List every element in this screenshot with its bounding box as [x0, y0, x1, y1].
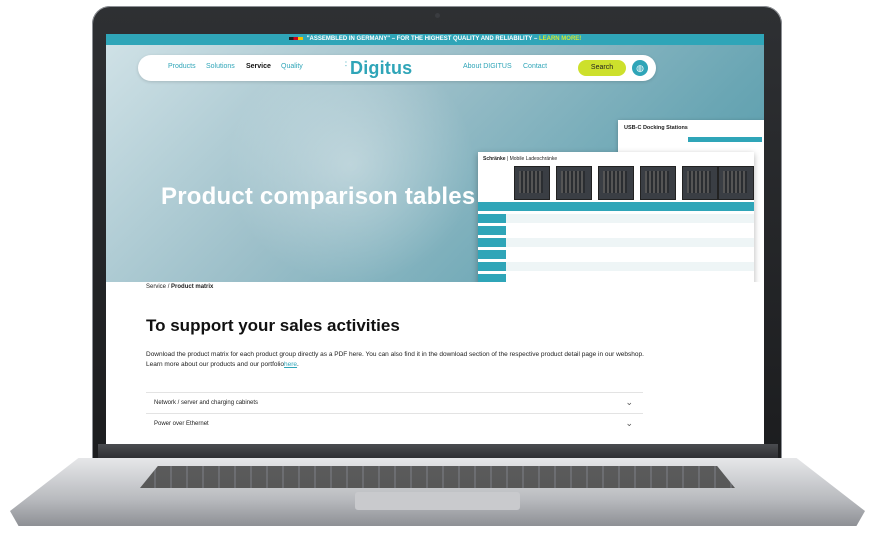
cabinet-image: [598, 166, 634, 200]
globe-icon[interactable]: ◍: [632, 60, 648, 76]
trackpad: [355, 492, 520, 510]
chevron-down-icon: ⌄: [625, 397, 633, 407]
laptop-screen: "ASSEMBLED IN GERMANY" – FOR THE HIGHEST…: [106, 34, 764, 444]
table-row: [478, 214, 754, 223]
hero-title: Product comparison tables: [161, 183, 476, 210]
table-row: [478, 262, 754, 271]
table-row: [478, 202, 754, 211]
cabinet-image: [514, 166, 550, 200]
chevron-down-icon: ⌄: [625, 418, 633, 428]
nav-contact[interactable]: Contact: [523, 63, 547, 70]
accordion-power-over-ethernet[interactable]: Power over Ethernet ⌄: [146, 413, 643, 434]
cabinet-image: [556, 166, 592, 200]
page-heading: To support your sales activities: [146, 316, 400, 335]
breadcrumb-service[interactable]: Service: [146, 284, 166, 290]
camera: [435, 13, 440, 18]
cabinet-image: [718, 166, 754, 200]
cabinet-comparison-table-image: Schränke | Mobile Ladeschränke: [478, 152, 754, 282]
announcement-bar: "ASSEMBLED IN GERMANY" – FOR THE HIGHEST…: [106, 34, 764, 45]
search-button[interactable]: Search: [578, 60, 626, 76]
digitus-logo[interactable]: ⁚ Digitus: [345, 58, 412, 79]
keyboard: [140, 466, 735, 488]
nav-solutions[interactable]: Solutions: [206, 63, 235, 70]
main-navigation: Products Solutions Service Quality ⁚ Digi…: [138, 55, 656, 81]
doc-front-title: Schränke | Mobile Ladeschränke: [483, 156, 558, 162]
german-flag-icon: [288, 36, 303, 40]
portfolio-link[interactable]: here: [284, 361, 297, 368]
cabinet-image: [682, 166, 718, 200]
table-row: [478, 238, 754, 247]
nav-service[interactable]: Service: [246, 63, 271, 70]
nav-products[interactable]: Products: [168, 63, 196, 70]
breadcrumb-separator: /: [167, 284, 170, 290]
learn-more-link[interactable]: LEARN MORE!: [539, 36, 581, 42]
table-row: [478, 274, 754, 282]
accordion-network-cabinets[interactable]: Network / server and charging cabinets ⌄: [146, 392, 643, 413]
doc-back-title: USB-C Docking Stations: [624, 125, 688, 131]
nav-quality[interactable]: Quality: [281, 63, 303, 70]
breadcrumb: Service / Product matrix: [146, 284, 213, 290]
nav-about[interactable]: About DIGITUS: [463, 63, 512, 70]
accordion-label: Network / server and charging cabinets: [154, 400, 259, 406]
logo-dots-icon: ⁚: [345, 62, 348, 68]
hero-banner: Products Solutions Service Quality ⁚ Digi…: [106, 45, 764, 282]
laptop-hinge: [98, 444, 778, 460]
accordion-label: Power over Ethernet: [154, 421, 209, 427]
announcement-text: "ASSEMBLED IN GERMANY" – FOR THE HIGHEST…: [306, 36, 539, 42]
intro-paragraph: Download the product matrix for each pro…: [146, 351, 644, 368]
table-row: [478, 226, 754, 235]
doc-back-header-bar: [688, 137, 762, 142]
cabinet-image: [640, 166, 676, 200]
table-row: [478, 250, 754, 259]
breadcrumb-current: Product matrix: [171, 284, 214, 290]
